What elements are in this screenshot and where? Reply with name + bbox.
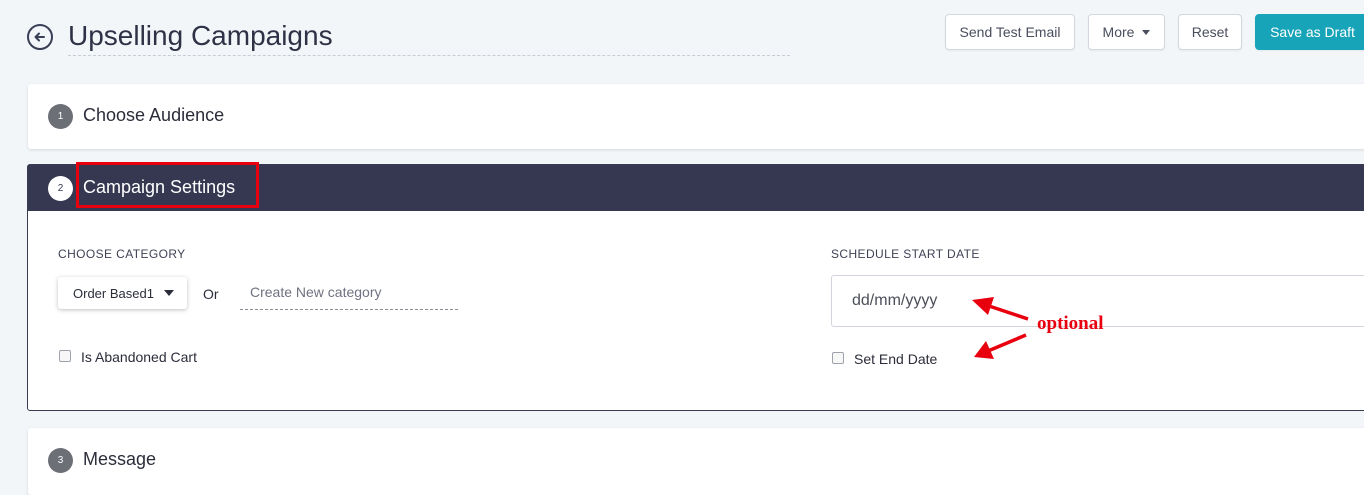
more-dropdown-button[interactable]: More	[1088, 14, 1165, 50]
save-as-draft-button[interactable]: Save as Draft	[1255, 14, 1364, 50]
optional-annotation: optional	[1037, 313, 1104, 334]
caret-down-icon	[163, 290, 174, 296]
arrow-to-end-date-icon	[974, 333, 1027, 359]
step-title: Choose Audience	[83, 105, 225, 125]
new-category-input[interactable]	[240, 274, 458, 310]
or-text: Or	[203, 286, 219, 302]
caret-down-icon	[1142, 29, 1151, 35]
set-end-date-checkbox[interactable]	[832, 352, 844, 364]
schedule-start-date-label: SCHEDULE START DATE	[831, 247, 980, 261]
abandoned-cart-label[interactable]: Is Abandoned Cart	[81, 349, 197, 365]
reset-button[interactable]: Reset	[1178, 14, 1242, 50]
category-selected-value: Order Based1	[73, 285, 154, 301]
more-button-label: More	[1102, 24, 1135, 40]
send-test-email-button[interactable]: Send Test Email	[945, 14, 1075, 50]
step-title: Message	[83, 449, 157, 469]
step-header[interactable]: 2 Campaign Settings	[28, 162, 1364, 211]
step-message[interactable]: 3 Message	[28, 428, 1364, 495]
page-header: Upselling Campaigns Send Test Email More…	[0, 0, 1364, 70]
abandoned-cart-checkbox[interactable]	[59, 350, 71, 362]
step-choose-audience[interactable]: 1 Choose Audience	[28, 84, 1364, 149]
step-number-badge: 1	[48, 104, 73, 129]
category-select[interactable]: Order Based1	[58, 277, 187, 309]
arrow-to-date-icon	[972, 297, 1029, 321]
back-button[interactable]	[27, 24, 53, 50]
step-number-badge: 2	[48, 176, 73, 201]
arrow-left-icon	[34, 32, 45, 42]
page-title: Upselling Campaigns	[68, 18, 790, 56]
set-end-date-label[interactable]: Set End Date	[854, 351, 937, 367]
step-campaign-settings: 2 Campaign Settings CHOOSE CATEGORY Orde…	[27, 162, 1364, 411]
choose-category-label: CHOOSE CATEGORY	[58, 247, 186, 261]
highlight-box	[76, 162, 259, 208]
step-number-badge: 3	[48, 448, 73, 473]
